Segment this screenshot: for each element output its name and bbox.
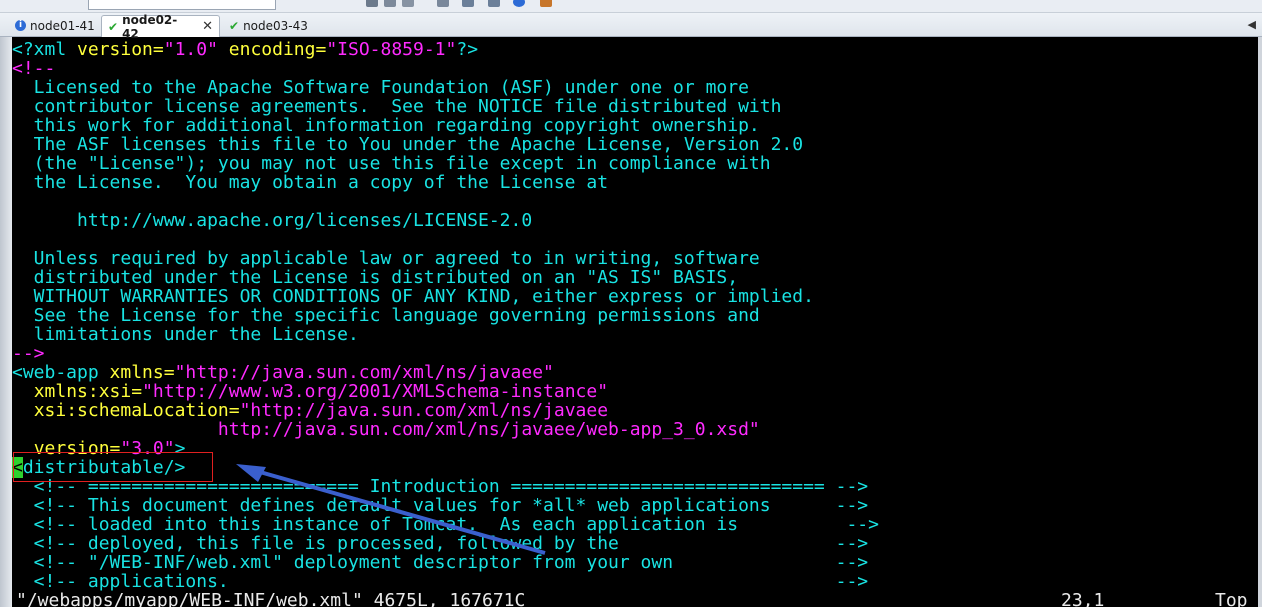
annotation-arrow (236, 464, 546, 555)
